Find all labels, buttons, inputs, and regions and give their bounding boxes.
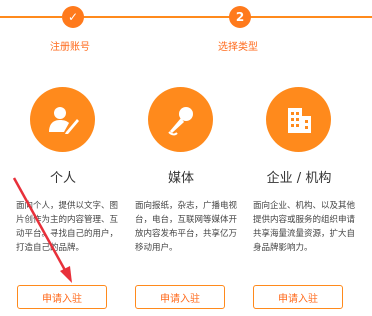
step-1-circle: ✓ — [62, 6, 84, 28]
building-icon — [287, 107, 311, 133]
step-2-circle: 2 — [229, 6, 251, 28]
personal-card-icon — [30, 87, 95, 152]
enterprise-card-icon — [266, 87, 331, 152]
checkmark-icon: ✓ — [67, 10, 79, 24]
enterprise-card-title: 企业 / 机构 — [266, 171, 332, 186]
step-line-right — [250, 16, 372, 18]
step-2-label: 选择类型 — [218, 42, 258, 53]
media-card-title: 媒体 — [167, 171, 194, 186]
enterprise-apply-button[interactable]: 申请入驻 — [253, 285, 343, 309]
media-card-icon — [148, 87, 213, 152]
media-card-description: 面向报纸，杂志，广播电视台，电台，互联网等媒体开放内容发布平台，共享亿万移动用户… — [135, 201, 238, 253]
step-1-label: 注册账号 — [50, 42, 90, 53]
personal-card-title: 个人 — [49, 171, 76, 186]
step-2-number: 2 — [235, 10, 245, 24]
personal-card-description: 面向个人，提供以文字、图片创作为主的内容管理、互动平台。寻找自己的用户，打造自己… — [16, 201, 119, 253]
step-line-middle — [82, 16, 230, 18]
step-line-left — [0, 16, 62, 18]
media-apply-button[interactable]: 申请入驻 — [135, 285, 225, 309]
enterprise-card-description: 面向企业、机构、以及其他提供内容或服务的组织申请共享海量流量资源，扩大自身品牌影… — [253, 201, 356, 253]
personal-apply-button[interactable]: 申请入驻 — [17, 285, 107, 309]
microphone-icon — [167, 106, 193, 135]
person-pen-icon — [48, 106, 79, 134]
